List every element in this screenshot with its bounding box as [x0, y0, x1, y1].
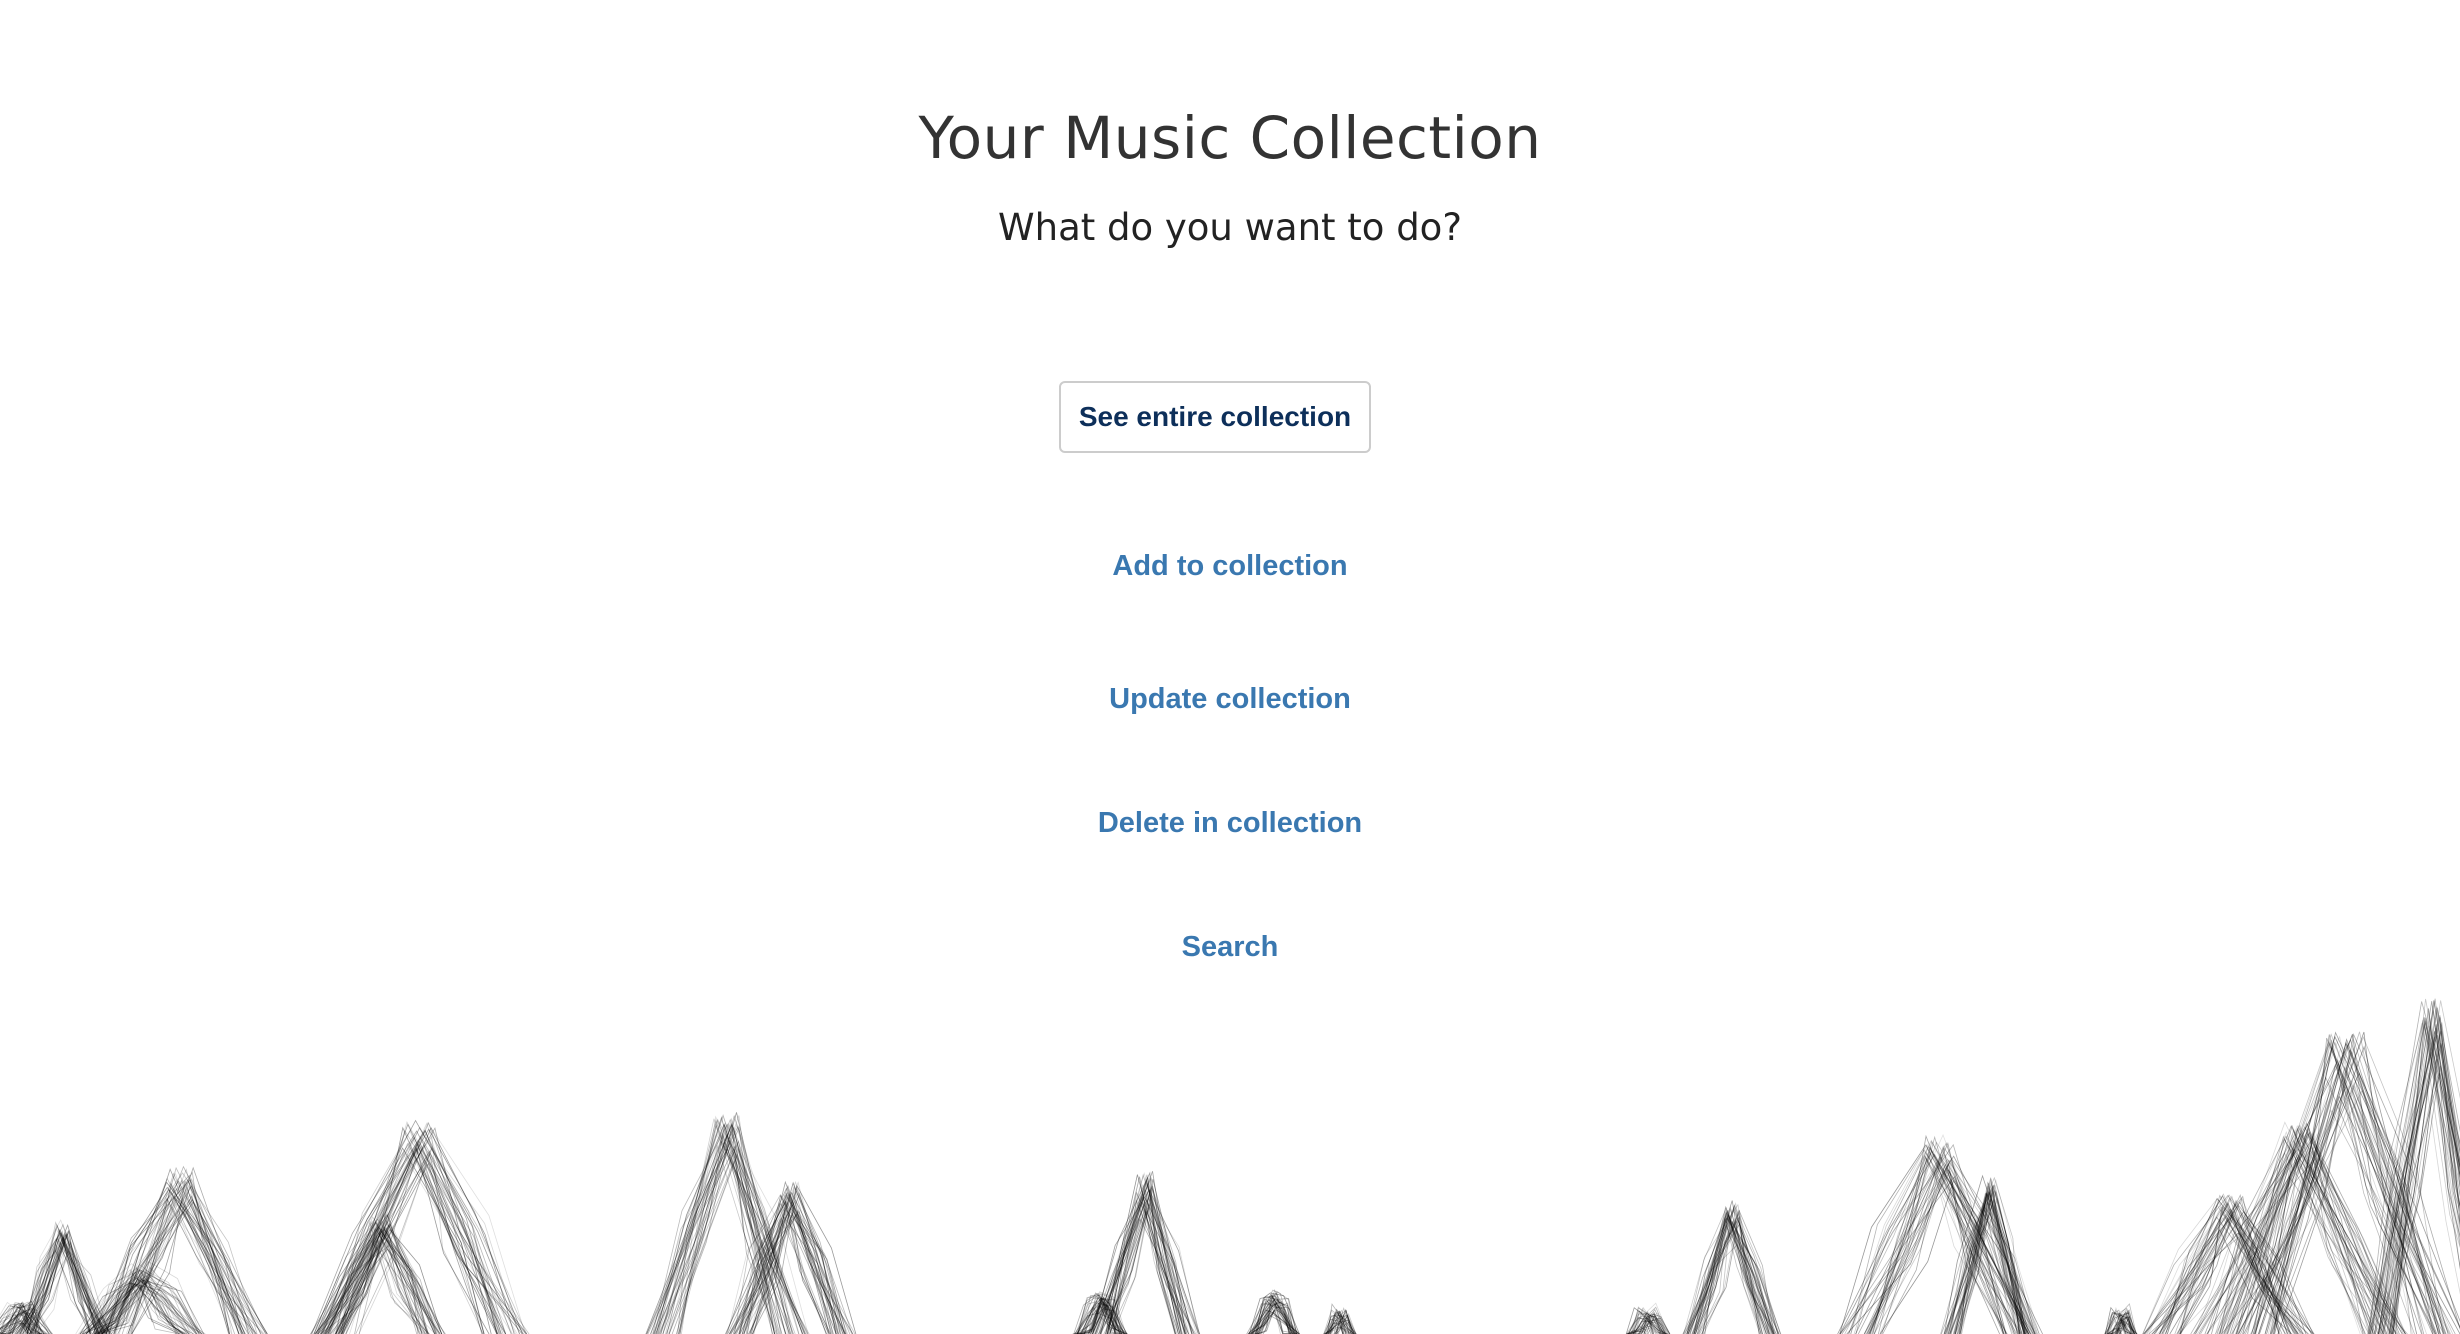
mountain-lines [0, 998, 2460, 1334]
mountain-wireframe-decoration [0, 998, 2460, 1334]
add-to-collection-link[interactable]: Add to collection [1112, 550, 1347, 582]
update-collection-link[interactable]: Update collection [1109, 683, 1351, 715]
see-entire-collection-button[interactable]: See entire collection [1059, 381, 1371, 453]
page-title: Your Music Collection [918, 104, 1542, 172]
search-link[interactable]: Search [1182, 931, 1279, 963]
delete-in-collection-link[interactable]: Delete in collection [1098, 807, 1362, 839]
page-subtitle: What do you want to do? [998, 206, 1462, 249]
add-to-collection-link-row: Add to collection [0, 550, 2460, 583]
search-link-row: Search [0, 931, 2460, 964]
update-collection-link-row: Update collection [0, 683, 2460, 716]
delete-in-collection-link-row: Delete in collection [0, 807, 2460, 840]
mountain-line [1868, 1170, 2001, 1334]
